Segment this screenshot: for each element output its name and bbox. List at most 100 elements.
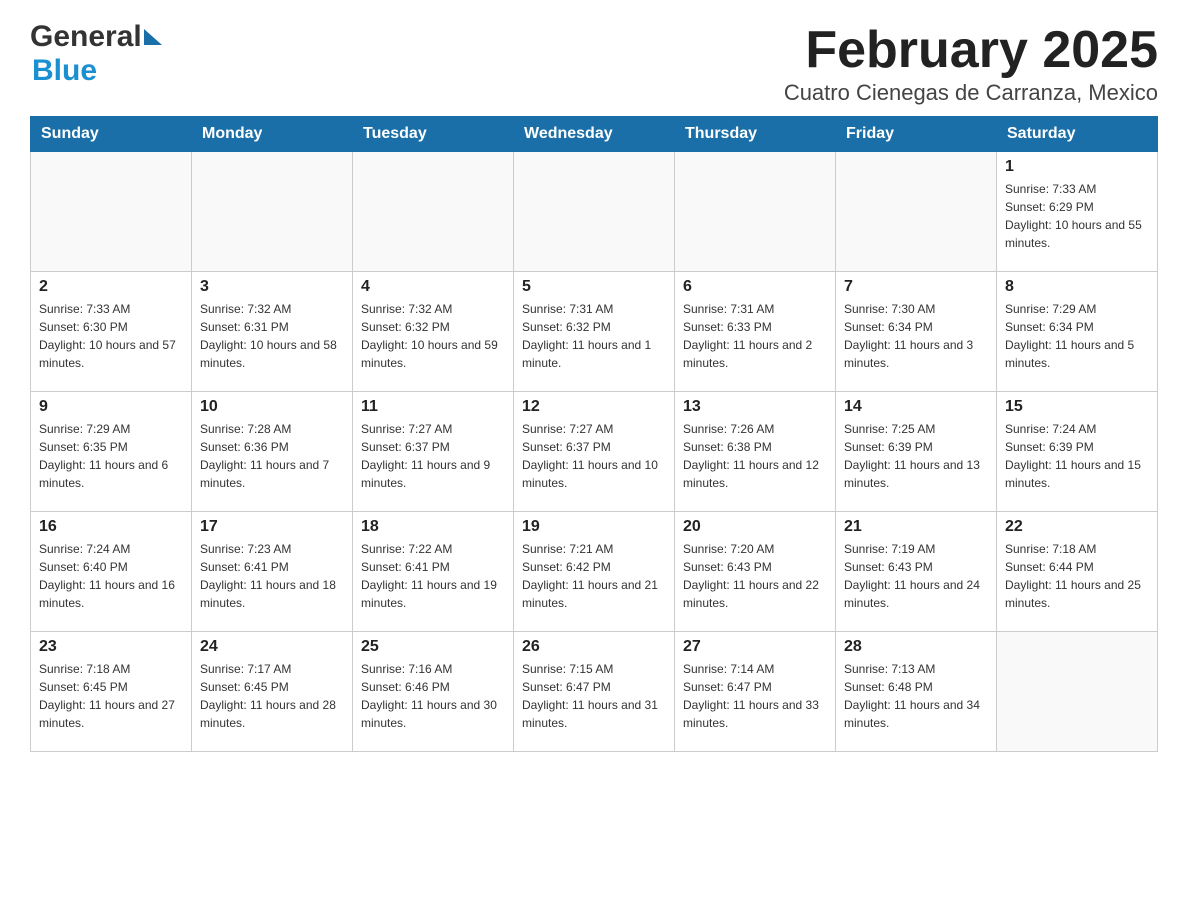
- calendar-cell: 13Sunrise: 7:26 AMSunset: 6:38 PMDayligh…: [675, 392, 836, 512]
- day-number: 11: [361, 398, 505, 416]
- calendar-cell: [514, 152, 675, 272]
- day-number: 17: [200, 518, 344, 536]
- calendar-cell: 25 Sunrise: 7:16 AMSunset: 6:46 PMDayligh…: [353, 632, 514, 752]
- calendar-cell: 5Sunrise: 7:31 AMSunset: 6:32 PMDaylight…: [514, 272, 675, 392]
- day-info: Sunrise: 7:23 AMSunset: 6:41 PMDaylight:…: [200, 540, 344, 612]
- calendar-cell: 20 Sunrise: 7:20 AMSunset: 6:43 PMDayligh…: [675, 512, 836, 632]
- calendar-cell: 14 Sunrise: 7:25 AMSunset: 6:39 PMDayligh…: [836, 392, 997, 512]
- day-number: 21: [844, 518, 988, 536]
- day-info: Sunrise: 7:33 AMSunset: 6:30 PMDaylight:…: [39, 300, 183, 372]
- day-info: Sunrise: 7:20 AMSunset: 6:43 PMDaylight:…: [683, 540, 827, 612]
- calendar-cell: 9 Sunrise: 7:29 AMSunset: 6:35 PMDaylight…: [31, 392, 192, 512]
- day-number: 4: [361, 278, 505, 296]
- day-number: 13: [683, 398, 827, 416]
- column-header-saturday: Saturday: [997, 117, 1158, 152]
- day-number: 3: [200, 278, 344, 296]
- day-info: Sunrise: 7:16 AMSunset: 6:46 PMDaylight:…: [361, 660, 505, 732]
- calendar-week-row: 16 Sunrise: 7:24 AMSunset: 6:40 PMDayligh…: [31, 512, 1158, 632]
- day-number: 28: [844, 638, 988, 656]
- calendar-table: SundayMondayTuesdayWednesdayThursdayFrid…: [30, 116, 1158, 752]
- day-number: 10: [200, 398, 344, 416]
- day-info: Sunrise: 7:22 AMSunset: 6:41 PMDaylight:…: [361, 540, 505, 612]
- calendar-cell: 27 Sunrise: 7:14 AMSunset: 6:47 PMDayligh…: [675, 632, 836, 752]
- day-info: Sunrise: 7:15 AMSunset: 6:47 PMDaylight:…: [522, 660, 666, 732]
- day-info: Sunrise: 7:14 AMSunset: 6:47 PMDaylight:…: [683, 660, 827, 732]
- day-number: 27: [683, 638, 827, 656]
- column-header-thursday: Thursday: [675, 117, 836, 152]
- title-section: February 2025 Cuatro Cienegas de Carranz…: [784, 20, 1158, 106]
- column-header-sunday: Sunday: [31, 117, 192, 152]
- day-info: Sunrise: 7:18 AMSunset: 6:45 PMDaylight:…: [39, 660, 183, 732]
- day-info: Sunrise: 7:33 AMSunset: 6:29 PMDaylight:…: [1005, 180, 1149, 252]
- column-header-tuesday: Tuesday: [353, 117, 514, 152]
- logo-general-text: General: [30, 20, 142, 54]
- calendar-cell: 18 Sunrise: 7:22 AMSunset: 6:41 PMDayligh…: [353, 512, 514, 632]
- day-number: 6: [683, 278, 827, 296]
- day-info: Sunrise: 7:13 AMSunset: 6:48 PMDaylight:…: [844, 660, 988, 732]
- day-number: 23: [39, 638, 183, 656]
- day-number: 8: [1005, 278, 1149, 296]
- day-info: Sunrise: 7:27 AMSunset: 6:37 PMDaylight:…: [522, 420, 666, 492]
- calendar-cell: 8 Sunrise: 7:29 AMSunset: 6:34 PMDaylight…: [997, 272, 1158, 392]
- day-number: 7: [844, 278, 988, 296]
- calendar-cell: [353, 152, 514, 272]
- calendar-subtitle: Cuatro Cienegas de Carranza, Mexico: [784, 80, 1158, 106]
- day-number: 24: [200, 638, 344, 656]
- calendar-cell: 2 Sunrise: 7:33 AMSunset: 6:30 PMDaylight…: [31, 272, 192, 392]
- day-number: 20: [683, 518, 827, 536]
- calendar-cell: 24Sunrise: 7:17 AMSunset: 6:45 PMDayligh…: [192, 632, 353, 752]
- calendar-cell: 12 Sunrise: 7:27 AMSunset: 6:37 PMDayligh…: [514, 392, 675, 512]
- calendar-cell: 17 Sunrise: 7:23 AMSunset: 6:41 PMDayligh…: [192, 512, 353, 632]
- calendar-week-row: 2 Sunrise: 7:33 AMSunset: 6:30 PMDaylight…: [31, 272, 1158, 392]
- day-info: Sunrise: 7:21 AMSunset: 6:42 PMDaylight:…: [522, 540, 666, 612]
- day-number: 18: [361, 518, 505, 536]
- calendar-cell: 10Sunrise: 7:28 AMSunset: 6:36 PMDayligh…: [192, 392, 353, 512]
- logo: General Blue: [30, 20, 162, 88]
- calendar-cell: [675, 152, 836, 272]
- calendar-title: February 2025: [784, 20, 1158, 80]
- calendar-cell: 15 Sunrise: 7:24 AMSunset: 6:39 PMDayligh…: [997, 392, 1158, 512]
- calendar-cell: 16 Sunrise: 7:24 AMSunset: 6:40 PMDayligh…: [31, 512, 192, 632]
- day-number: 2: [39, 278, 183, 296]
- day-info: Sunrise: 7:24 AMSunset: 6:40 PMDaylight:…: [39, 540, 183, 612]
- calendar-cell: 11 Sunrise: 7:27 AMSunset: 6:37 PMDayligh…: [353, 392, 514, 512]
- calendar-cell: 26 Sunrise: 7:15 AMSunset: 6:47 PMDayligh…: [514, 632, 675, 752]
- day-number: 5: [522, 278, 666, 296]
- day-info: Sunrise: 7:31 AMSunset: 6:33 PMDaylight:…: [683, 300, 827, 372]
- day-number: 1: [1005, 158, 1149, 176]
- day-number: 12: [522, 398, 666, 416]
- calendar-cell: 23 Sunrise: 7:18 AMSunset: 6:45 PMDayligh…: [31, 632, 192, 752]
- logo-triangle-icon: [144, 29, 162, 45]
- day-info: Sunrise: 7:25 AMSunset: 6:39 PMDaylight:…: [844, 420, 988, 492]
- day-number: 26: [522, 638, 666, 656]
- calendar-week-row: 9 Sunrise: 7:29 AMSunset: 6:35 PMDaylight…: [31, 392, 1158, 512]
- calendar-cell: 3Sunrise: 7:32 AMSunset: 6:31 PMDaylight…: [192, 272, 353, 392]
- day-number: 15: [1005, 398, 1149, 416]
- calendar-cell: [836, 152, 997, 272]
- day-info: Sunrise: 7:32 AMSunset: 6:32 PMDaylight:…: [361, 300, 505, 372]
- day-number: 9: [39, 398, 183, 416]
- calendar-cell: [31, 152, 192, 272]
- day-number: 16: [39, 518, 183, 536]
- calendar-cell: [997, 632, 1158, 752]
- day-number: 19: [522, 518, 666, 536]
- day-number: 14: [844, 398, 988, 416]
- day-info: Sunrise: 7:24 AMSunset: 6:39 PMDaylight:…: [1005, 420, 1149, 492]
- calendar-cell: 28 Sunrise: 7:13 AMSunset: 6:48 PMDayligh…: [836, 632, 997, 752]
- calendar-cell: 22 Sunrise: 7:18 AMSunset: 6:44 PMDayligh…: [997, 512, 1158, 632]
- column-header-friday: Friday: [836, 117, 997, 152]
- day-info: Sunrise: 7:19 AMSunset: 6:43 PMDaylight:…: [844, 540, 988, 612]
- logo-blue-text: Blue: [32, 54, 97, 88]
- day-number: 22: [1005, 518, 1149, 536]
- calendar-cell: 21 Sunrise: 7:19 AMSunset: 6:43 PMDayligh…: [836, 512, 997, 632]
- day-info: Sunrise: 7:29 AMSunset: 6:35 PMDaylight:…: [39, 420, 183, 492]
- page-header: General Blue February 2025 Cuatro Cieneg…: [30, 20, 1158, 106]
- day-info: Sunrise: 7:18 AMSunset: 6:44 PMDaylight:…: [1005, 540, 1149, 612]
- calendar-week-row: 1 Sunrise: 7:33 AMSunset: 6:29 PMDaylight…: [31, 152, 1158, 272]
- day-info: Sunrise: 7:27 AMSunset: 6:37 PMDaylight:…: [361, 420, 505, 492]
- calendar-cell: [192, 152, 353, 272]
- day-number: 25: [361, 638, 505, 656]
- calendar-cell: 19 Sunrise: 7:21 AMSunset: 6:42 PMDayligh…: [514, 512, 675, 632]
- calendar-cell: 7Sunrise: 7:30 AMSunset: 6:34 PMDaylight…: [836, 272, 997, 392]
- day-info: Sunrise: 7:29 AMSunset: 6:34 PMDaylight:…: [1005, 300, 1149, 372]
